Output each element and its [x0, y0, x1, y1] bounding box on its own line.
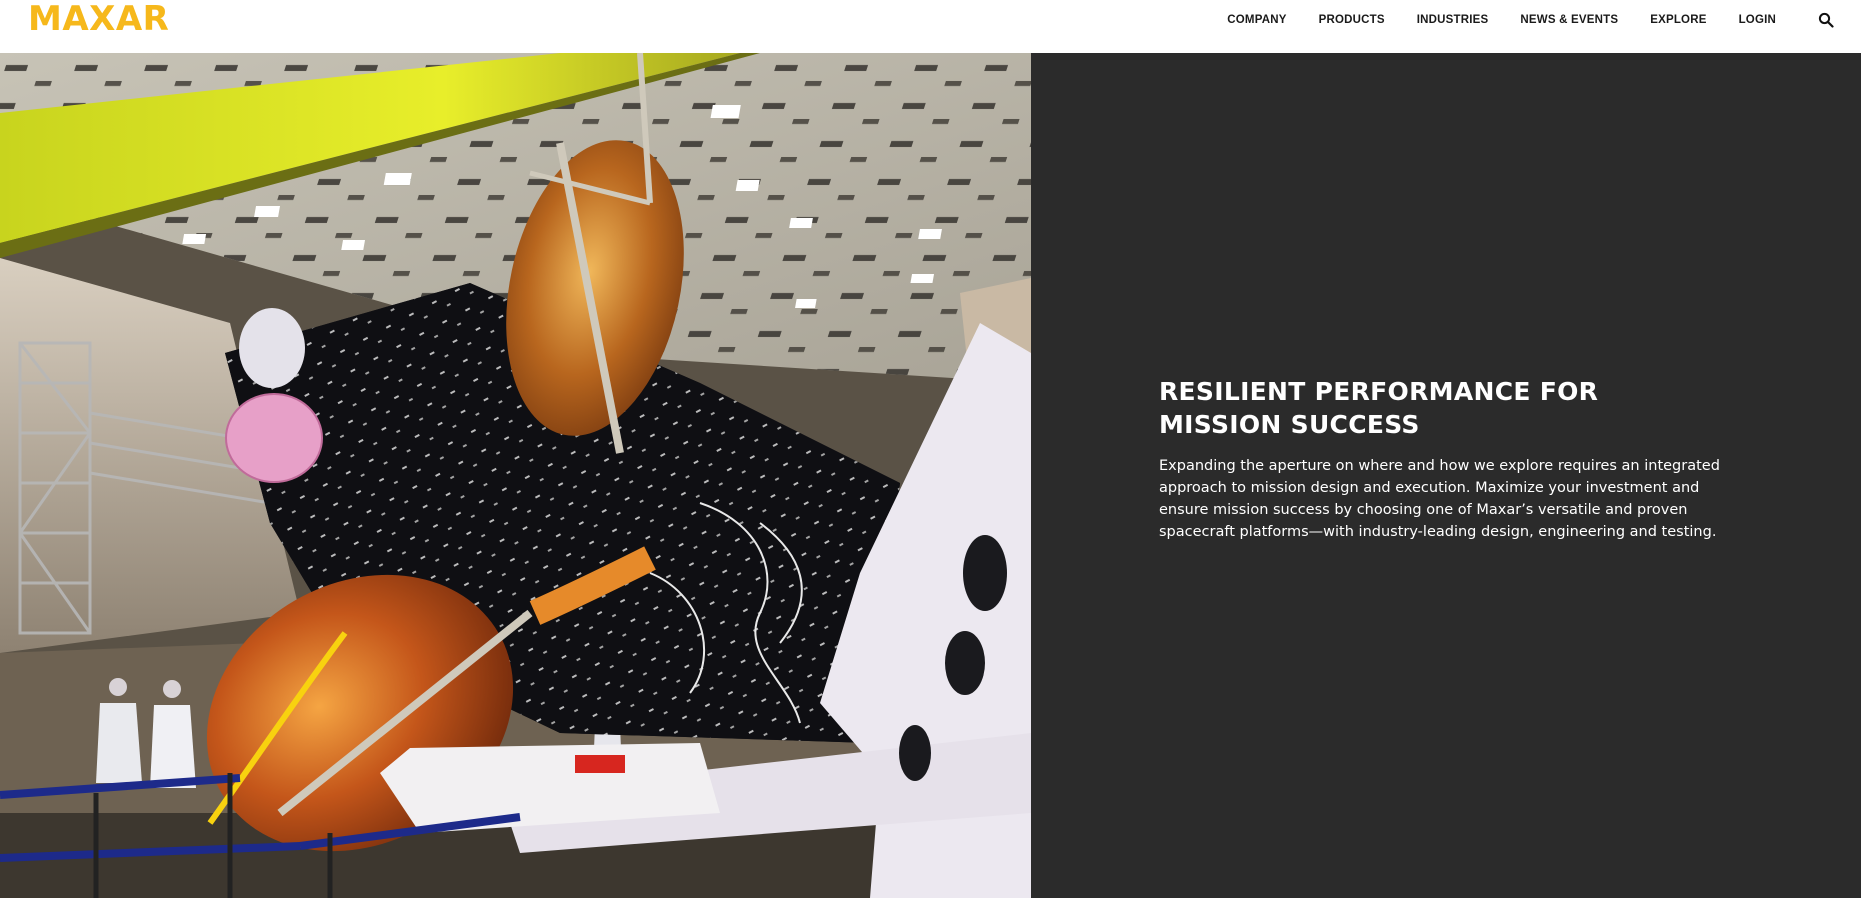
search-icon[interactable]	[1818, 12, 1834, 28]
nav-item-news-events[interactable]: NEWS & EVENTS	[1520, 14, 1618, 26]
section-body-text: Expanding the aperture on where and how …	[1159, 458, 1720, 540]
logo-text: MAXAR	[28, 0, 170, 39]
nav-item-login[interactable]: LOGIN	[1739, 14, 1776, 26]
maxar-logo[interactable]: MAXAR	[28, 0, 170, 39]
nav-item-explore[interactable]: EXPLORE	[1650, 14, 1706, 26]
hero-satellite-photo	[0, 53, 1031, 898]
nav-item-industries[interactable]: INDUSTRIES	[1417, 14, 1489, 26]
nav-item-company[interactable]: COMPANY	[1227, 14, 1286, 26]
page-bottom-strip	[0, 898, 1861, 916]
section-headline: RESILIENT PERFORMANCE FOR MISSION SUCCES…	[1159, 377, 1599, 439]
nav-item-products[interactable]: PRODUCTS	[1319, 14, 1385, 26]
main-nav: COMPANY PRODUCTS INDUSTRIES NEWS & EVENT…	[1227, 0, 1861, 40]
content-panel: RESILIENT PERFORMANCE FOR MISSION SUCCES…	[1031, 53, 1861, 898]
site-header: MAXAR COMPANY PRODUCTS INDUSTRIES NEWS &…	[0, 0, 1861, 53]
